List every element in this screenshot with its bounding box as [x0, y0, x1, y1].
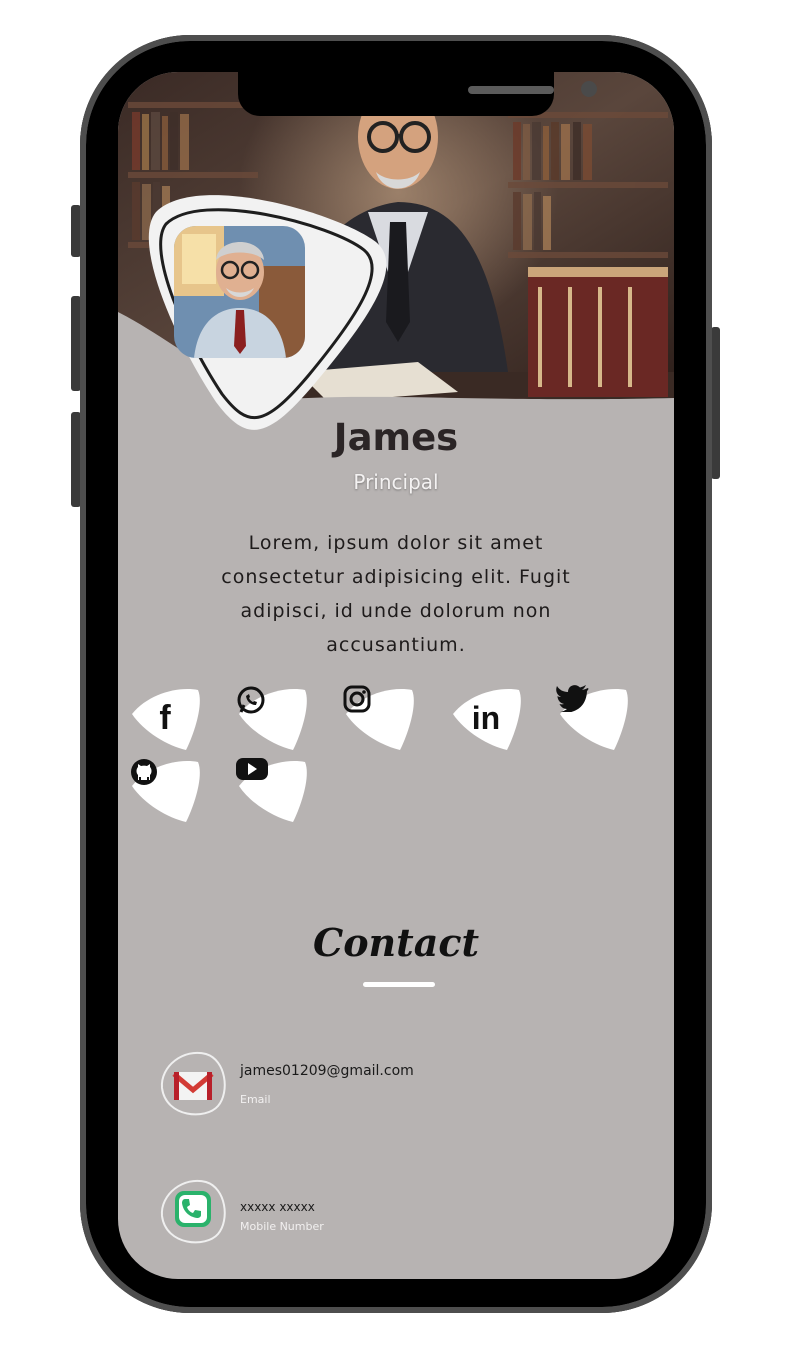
github-button[interactable] — [128, 756, 202, 826]
phone-notch — [238, 72, 597, 116]
facebook-button[interactable]: f — [128, 684, 202, 754]
gmail-icon — [172, 1072, 214, 1100]
whatsapp-button[interactable] — [235, 684, 309, 754]
profile-card-screen: James Principal Lorem, ipsum dolor sit a… — [118, 72, 674, 1279]
instagram-icon — [342, 684, 416, 752]
email-label: Email — [240, 1093, 271, 1106]
contact-heading: Contact — [312, 920, 480, 965]
avatar — [174, 226, 305, 358]
twitter-icon — [556, 684, 630, 752]
phone-value[interactable]: xxxxx xxxxx — [240, 1200, 315, 1214]
contact-divider — [363, 982, 435, 987]
email-value[interactable]: james01209@gmail.com — [240, 1063, 414, 1079]
linkedin-button[interactable]: in — [449, 684, 523, 754]
whatsapp-icon — [235, 684, 309, 752]
github-icon — [128, 756, 202, 824]
youtube-icon — [235, 756, 309, 824]
profile-name: James — [333, 416, 459, 459]
email-contact-button[interactable] — [156, 1048, 230, 1122]
facebook-icon: f — [159, 698, 171, 737]
front-camera — [581, 81, 597, 97]
linkedin-icon: in — [471, 699, 501, 736]
youtube-button[interactable] — [235, 756, 309, 826]
instagram-button[interactable] — [342, 684, 416, 754]
power-button — [711, 327, 720, 479]
twitter-button[interactable] — [556, 684, 630, 754]
profile-role: Principal — [353, 470, 439, 494]
phone-contact-button[interactable] — [156, 1176, 230, 1250]
speaker-grille — [468, 86, 554, 94]
phone-label: Mobile Number — [240, 1220, 324, 1233]
phone-icon — [175, 1191, 211, 1227]
profile-bio: Lorem, ipsum dolor sit amet consectetur … — [221, 532, 571, 656]
